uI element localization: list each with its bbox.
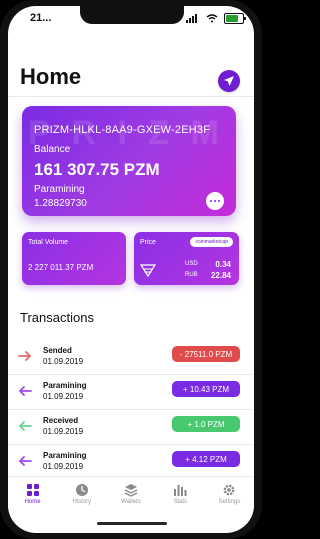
coinmarketcap-badge[interactable]: coinmarketcap [190,237,233,247]
prizm-logo-icon [140,264,156,277]
total-volume-value: 2 227 011.37 PZM [28,263,94,272]
paramining-label: Paramining [34,184,85,195]
transaction-amount: + 1.0 PZM [172,416,240,432]
gear-icon [224,484,235,496]
transaction-row[interactable]: Sended 01.09.2019 - 27511.0 PZM [8,340,254,375]
rub-label: RUB [185,272,198,278]
transactions-title: Transactions [20,310,94,325]
price-label: Price [140,239,156,246]
tab-stats[interactable]: Stats [156,477,205,521]
transaction-amount: - 27511.0 PZM [172,346,240,362]
wifi-icon [206,14,218,23]
home-indicator [97,522,167,525]
status-icons [186,13,246,24]
battery-icon [224,13,246,24]
price-card: Price coinmarketcap USD 0.34 RUB 22.84 [134,232,239,285]
rub-value: 22.84 [210,271,231,280]
app-screen: 21... Home P R I Z M PRIZM-HLKL-8AA9-GXE… [8,6,254,533]
transaction-amount: + 4.12 PZM [172,451,240,467]
usd-label: USD [185,261,198,267]
arrow-left-icon [18,386,32,396]
tab-label: Home [24,499,41,505]
tab-label: Wallets [121,499,141,505]
transaction-type: Paramining [43,381,87,390]
home-grid-icon [26,484,39,496]
tab-label: Settings [218,499,241,505]
bar-chart-icon [174,485,187,496]
transaction-type: Sended [43,346,72,355]
transaction-date: 01.09.2019 [43,392,84,401]
tab-history[interactable]: History [57,477,106,521]
more-options-button[interactable] [206,192,224,210]
total-volume-label: Total Volume [28,239,69,246]
transaction-date: 01.09.2019 [43,427,84,436]
tab-label: Stats [173,499,188,505]
layers-icon [124,484,138,497]
notch [80,6,184,24]
page-title: Home [20,64,82,89]
paramining-value: 1.28829730 [34,198,87,209]
wallet-address: PRIZM-HLKL-8AA9-GXEW-2EH3F [34,124,211,136]
arrow-left-icon [18,421,32,431]
wallet-card[interactable]: P R I Z M PRIZM-HLKL-8AA9-GXEW-2EH3F Bal… [22,106,236,216]
tab-settings[interactable]: Settings [205,477,254,521]
transaction-date: 01.09.2019 [43,357,84,366]
signal-icon [186,14,200,23]
tab-wallets[interactable]: Wallets [106,477,155,521]
transaction-row[interactable]: Paramining 01.09.2019 + 10.43 PZM [8,375,254,410]
arrow-right-icon [18,351,32,361]
header-divider [8,96,254,97]
send-button[interactable] [218,70,240,92]
balance-value: 161 307.75 PZM [34,160,160,179]
clock-icon [75,484,88,496]
transaction-row[interactable]: Received 01.09.2019 + 1.0 PZM [8,410,254,445]
total-volume-card: Total Volume 2 227 011.37 PZM [22,232,126,285]
transaction-type: Received [43,416,79,425]
status-time: 21... [30,12,52,24]
tab-bar: Home History Wallets Stats Settings [8,476,254,521]
phone-frame: 21... Home P R I Z M PRIZM-HLKL-8AA9-GXE… [0,0,262,539]
transaction-type: Paramining [43,451,87,460]
transaction-date: 01.09.2019 [43,462,84,471]
tab-home[interactable]: Home [8,477,57,521]
send-icon [224,76,234,86]
transaction-row[interactable]: Paramining 01.09.2019 + 4.12 PZM [8,445,254,480]
transaction-amount: + 10.43 PZM [172,381,240,397]
arrow-left-icon [18,456,32,466]
tab-label: History [72,499,92,505]
usd-value: 0.34 [215,260,231,269]
balance-label: Balance [34,144,71,155]
